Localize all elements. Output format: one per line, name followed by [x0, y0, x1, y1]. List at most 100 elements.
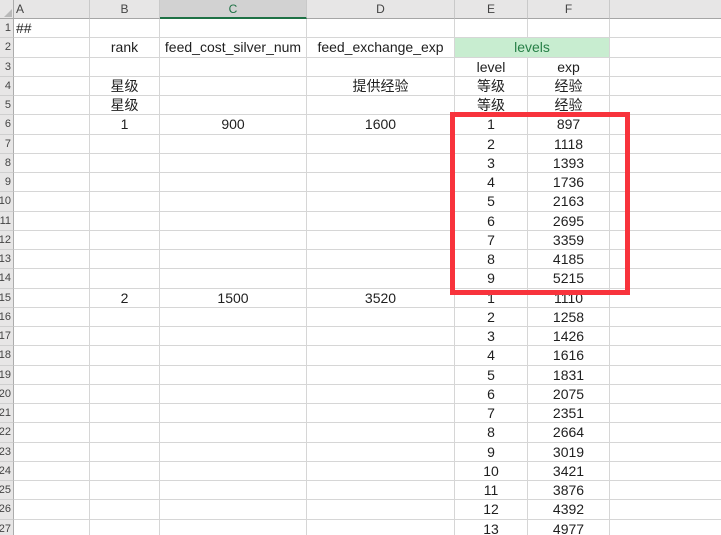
cell-B4[interactable]: 星级 [90, 77, 160, 96]
cell-E22[interactable]: 8 [455, 423, 528, 442]
column-header-A[interactable]: A [14, 0, 90, 19]
row-header-19[interactable]: 19 [0, 366, 14, 385]
cell-E16[interactable]: 2 [455, 308, 528, 327]
cell-D27[interactable] [307, 520, 455, 535]
row-header-10[interactable]: 10 [0, 192, 14, 211]
cell-C16[interactable] [160, 308, 307, 327]
cell-E25[interactable]: 11 [455, 481, 528, 500]
cell-E27[interactable]: 13 [455, 520, 528, 535]
column-header-F[interactable]: F [528, 0, 610, 19]
cell-B13[interactable] [90, 250, 160, 269]
cell-B2[interactable]: rank [90, 38, 160, 57]
cell-A8[interactable] [14, 154, 90, 173]
row-header-18[interactable]: 18 [0, 346, 14, 365]
cell-C3[interactable] [160, 58, 307, 77]
cell-C7[interactable] [160, 135, 307, 154]
cell-D23[interactable] [307, 443, 455, 462]
cell-G1[interactable] [610, 19, 721, 38]
cell-A11[interactable] [14, 212, 90, 231]
cell-B21[interactable] [90, 404, 160, 423]
cell-A4[interactable] [14, 77, 90, 96]
cell-F23[interactable]: 3019 [528, 443, 610, 462]
cell-B26[interactable] [90, 500, 160, 519]
cell-F10[interactable]: 2163 [528, 192, 610, 211]
cell-F8[interactable]: 1393 [528, 154, 610, 173]
cell-F26[interactable]: 4392 [528, 500, 610, 519]
cell-B19[interactable] [90, 366, 160, 385]
cell-A21[interactable] [14, 404, 90, 423]
cell-F14[interactable]: 5215 [528, 269, 610, 288]
cell-F6[interactable]: 897 [528, 115, 610, 134]
row-header-24[interactable]: 24 [0, 462, 14, 481]
cell-B9[interactable] [90, 173, 160, 192]
cell-C15[interactable]: 1500 [160, 289, 307, 308]
cell-A19[interactable] [14, 366, 90, 385]
cell-D3[interactable] [307, 58, 455, 77]
cell-G8[interactable] [610, 154, 721, 173]
cell-E7[interactable]: 2 [455, 135, 528, 154]
cell-E9[interactable]: 4 [455, 173, 528, 192]
cell-A18[interactable] [14, 346, 90, 365]
cell-C1[interactable] [160, 19, 307, 38]
cell-D18[interactable] [307, 346, 455, 365]
cell-A14[interactable] [14, 269, 90, 288]
cell-C2[interactable]: feed_cost_silver_num [160, 38, 307, 57]
cell-A22[interactable] [14, 423, 90, 442]
cell-D1[interactable] [307, 19, 455, 38]
row-header-6[interactable]: 6 [0, 115, 14, 134]
cell-G10[interactable] [610, 192, 721, 211]
cell-E6[interactable]: 1 [455, 115, 528, 134]
cell-D6[interactable]: 1600 [307, 115, 455, 134]
cell-A5[interactable] [14, 96, 90, 115]
cell-E24[interactable]: 10 [455, 462, 528, 481]
row-header-3[interactable]: 3 [0, 58, 14, 77]
cell-E5[interactable]: 等级 [455, 96, 528, 115]
cell-D14[interactable] [307, 269, 455, 288]
cell-G19[interactable] [610, 366, 721, 385]
cell-A25[interactable] [14, 481, 90, 500]
cell-D16[interactable] [307, 308, 455, 327]
cell-C4[interactable] [160, 77, 307, 96]
cell-F13[interactable]: 4185 [528, 250, 610, 269]
cell-F25[interactable]: 3876 [528, 481, 610, 500]
cell-D12[interactable] [307, 231, 455, 250]
cell-D8[interactable] [307, 154, 455, 173]
cell-F21[interactable]: 2351 [528, 404, 610, 423]
cell-E12[interactable]: 7 [455, 231, 528, 250]
cell-G20[interactable] [610, 385, 721, 404]
cell-G7[interactable] [610, 135, 721, 154]
cell-D13[interactable] [307, 250, 455, 269]
cell-A20[interactable] [14, 385, 90, 404]
cell-G24[interactable] [610, 462, 721, 481]
cell-F12[interactable]: 3359 [528, 231, 610, 250]
cell-C21[interactable] [160, 404, 307, 423]
cell-D4[interactable]: 提供经验 [307, 77, 455, 96]
column-header-B[interactable]: B [90, 0, 160, 19]
cell-B8[interactable] [90, 154, 160, 173]
row-header-27[interactable]: 27 [0, 520, 14, 535]
cell-D26[interactable] [307, 500, 455, 519]
row-header-23[interactable]: 23 [0, 443, 14, 462]
cell-C27[interactable] [160, 520, 307, 535]
cell-F5[interactable]: 经验 [528, 96, 610, 115]
cell-F18[interactable]: 1616 [528, 346, 610, 365]
cell-E14[interactable]: 9 [455, 269, 528, 288]
cell-F1[interactable] [528, 19, 610, 38]
cell-D25[interactable] [307, 481, 455, 500]
cell-A7[interactable] [14, 135, 90, 154]
cell-A6[interactable] [14, 115, 90, 134]
cell-G21[interactable] [610, 404, 721, 423]
cell-levels-merged[interactable]: levels [455, 38, 610, 57]
cell-F9[interactable]: 1736 [528, 173, 610, 192]
row-header-13[interactable]: 13 [0, 250, 14, 269]
cell-D22[interactable] [307, 423, 455, 442]
row-header-5[interactable]: 5 [0, 96, 14, 115]
row-header-20[interactable]: 20 [0, 385, 14, 404]
cell-G9[interactable] [610, 173, 721, 192]
cell-E23[interactable]: 9 [455, 443, 528, 462]
cell-B6[interactable]: 1 [90, 115, 160, 134]
cell-D2[interactable]: feed_exchange_exp [307, 38, 455, 57]
row-header-12[interactable]: 12 [0, 231, 14, 250]
cell-D5[interactable] [307, 96, 455, 115]
cell-B7[interactable] [90, 135, 160, 154]
